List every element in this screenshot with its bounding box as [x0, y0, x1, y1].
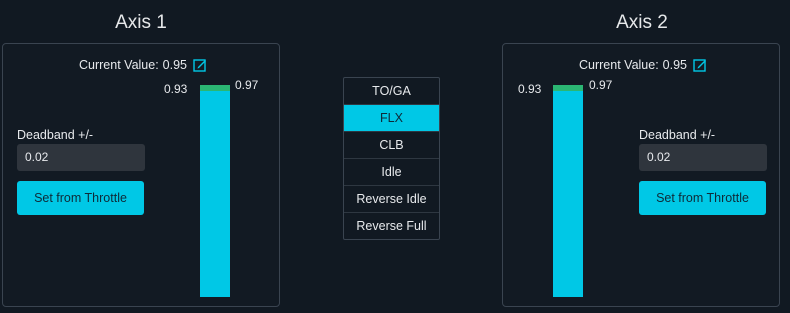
- axis1-current-value: Current Value: 0.95: [79, 58, 207, 72]
- axis1-deadband-input[interactable]: 0.02: [17, 144, 145, 171]
- axis2-set-from-throttle-button[interactable]: Set from Throttle: [639, 181, 766, 215]
- axis2-panel: [502, 43, 780, 307]
- detent-reverse-full[interactable]: Reverse Full: [344, 213, 439, 239]
- axis2-current-value: Current Value: 0.95: [579, 58, 707, 72]
- axis1-set-from-throttle-button[interactable]: Set from Throttle: [17, 181, 144, 215]
- detent-clb[interactable]: CLB: [344, 132, 439, 159]
- detent-flx[interactable]: FLX: [344, 105, 439, 132]
- axis2-deadband-input[interactable]: 0.02: [639, 144, 767, 171]
- axis1-deadband-label: Deadband +/-: [17, 128, 94, 142]
- axis2-title: Axis 2: [616, 12, 668, 33]
- axis1-detent-range: [200, 85, 230, 91]
- axis2-range-low-label: 0.93: [518, 82, 542, 96]
- detent-idle[interactable]: Idle: [344, 159, 439, 186]
- detent-toga[interactable]: TO/GA: [344, 78, 439, 105]
- axis1-range-low-label: 0.93: [164, 82, 188, 96]
- detent-list: TO/GA FLX CLB Idle Reverse Idle Reverse …: [343, 77, 440, 240]
- axis1-range-high-label: 0.97: [235, 78, 259, 92]
- axis1-title: Axis 1: [115, 12, 167, 33]
- axis2-range-high-label: 0.97: [589, 78, 613, 92]
- edit-icon[interactable]: [693, 58, 707, 72]
- axis1-current-number: 0.95: [162, 58, 188, 72]
- axis2-current-number: 0.95: [662, 58, 688, 72]
- axis2-detent-range: [553, 85, 583, 91]
- axis2-throttle-bar: [553, 85, 583, 297]
- axis2-deadband-label: Deadband +/-: [639, 128, 716, 142]
- detent-reverse-idle[interactable]: Reverse Idle: [344, 186, 439, 213]
- edit-icon[interactable]: [193, 58, 207, 72]
- axis1-current-label: Current Value:: [79, 58, 159, 72]
- axis1-throttle-bar: [200, 85, 230, 297]
- axis2-current-label: Current Value:: [579, 58, 659, 72]
